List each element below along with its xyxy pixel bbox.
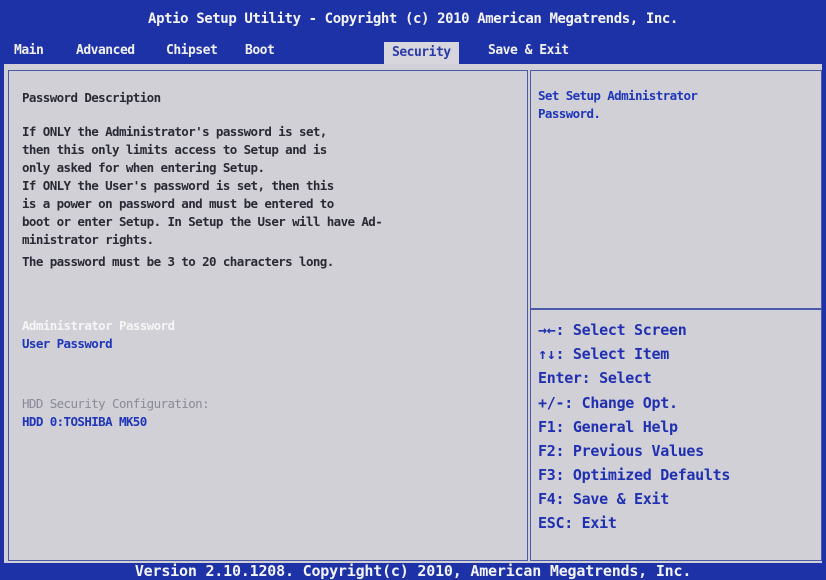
help-text-line: Password. [538, 106, 601, 121]
key-change-opt: +/-: Change Opt. [538, 394, 678, 412]
key-select-item: ↑↓: Select Item [538, 345, 669, 363]
tab-boot[interactable]: Boot [245, 38, 275, 64]
tab-save-exit[interactable]: Save & Exit [488, 38, 569, 64]
key-enter-select: Enter: Select [538, 369, 652, 387]
help-pane [530, 70, 822, 561]
administrator-password-item[interactable]: Administrator Password [22, 318, 175, 333]
description-line: is a power on password and must be enter… [22, 196, 334, 211]
key-optimized-defaults: F3: Optimized Defaults [538, 466, 731, 484]
tab-security[interactable]: Security [384, 42, 459, 64]
tab-chipset[interactable]: Chipset [166, 38, 218, 64]
description-line: The password must be 3 to 20 characters … [22, 254, 334, 269]
hdd-security-config-label: HDD Security Configuration: [22, 396, 210, 411]
window-title: Aptio Setup Utility - Copyright (c) 2010… [0, 0, 826, 38]
key-select-screen: →←: Select Screen [538, 321, 687, 339]
key-save-exit: F4: Save & Exit [538, 490, 669, 508]
menu-bar: Main Advanced Chipset Boot Security Save… [0, 38, 826, 64]
description-line: ministrator rights. [22, 232, 154, 247]
tab-advanced[interactable]: Advanced [76, 38, 135, 64]
description-line: If ONLY the Administrator's password is … [22, 124, 327, 139]
help-divider [530, 308, 822, 310]
help-text-line: Set Setup Administrator [538, 88, 698, 103]
description-line: only asked for when entering Setup. [22, 160, 265, 175]
tab-main[interactable]: Main [14, 38, 44, 64]
user-password-item[interactable]: User Password [22, 336, 113, 351]
description-line: then this only limits access to Setup an… [22, 142, 327, 157]
key-previous-values: F2: Previous Values [538, 442, 704, 460]
key-esc-exit: ESC: Exit [538, 514, 617, 532]
description-line: boot or enter Setup. In Setup the User w… [22, 214, 383, 229]
version-footer: Version 2.10.1208. Copyright(c) 2010, Am… [0, 563, 826, 579]
description-line: If ONLY the User's password is set, then… [22, 178, 334, 193]
password-description-heading: Password Description [22, 90, 161, 105]
key-general-help: F1: General Help [538, 418, 678, 436]
hdd-0-item[interactable]: HDD 0:TOSHIBA MK50 [22, 414, 147, 429]
